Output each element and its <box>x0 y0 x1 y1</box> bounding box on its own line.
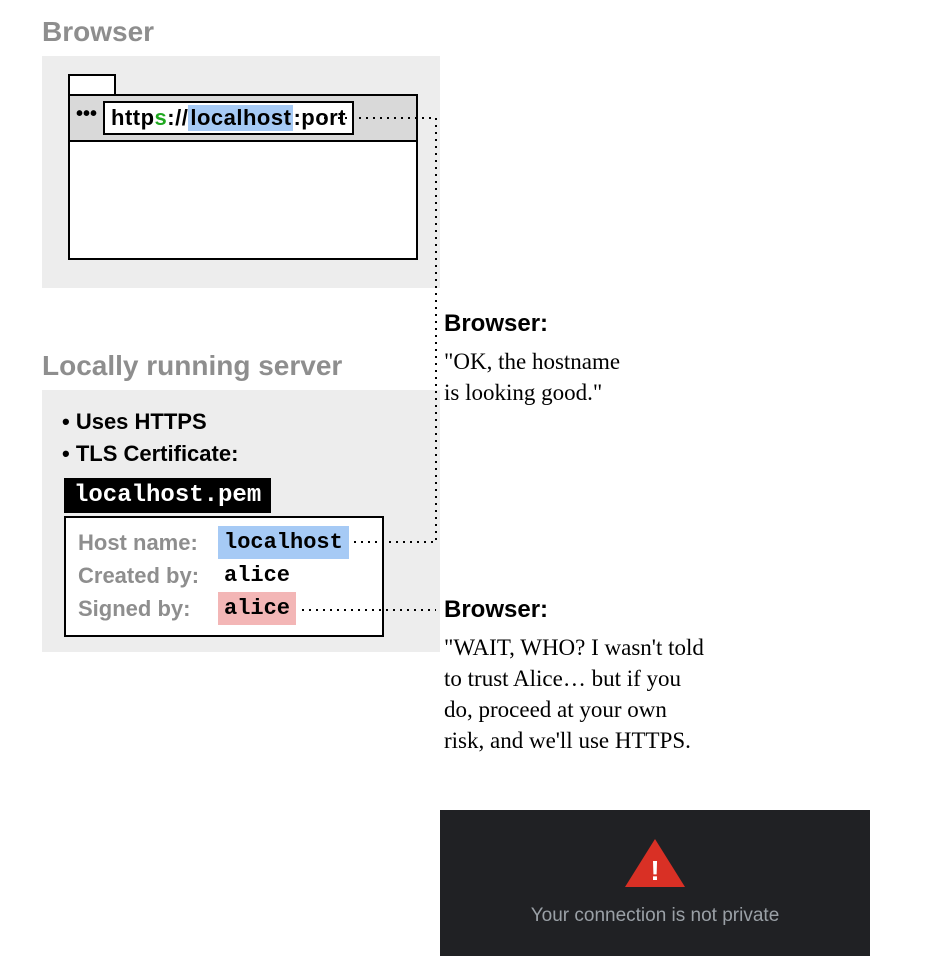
warning-bang: ! <box>649 855 661 887</box>
cert-val-createdby: alice <box>218 559 296 592</box>
annotation-label-ok: Browser: <box>444 310 548 338</box>
cert-val-signedby: alice <box>218 592 296 625</box>
server-prop-cert: TLS Certificate: <box>62 438 238 470</box>
annotation-warn-line1: "WAIT, WHO? I wasn't told <box>444 635 704 660</box>
cert-key-createdby: Created by: <box>78 559 218 592</box>
cert-filename: localhost.pem <box>64 478 271 513</box>
server-prop-https: Uses HTTPS <box>62 406 238 438</box>
ssl-warning-box: ! Your connection is not private <box>440 810 870 956</box>
toolbar-menu-icon: ••• <box>76 103 97 126</box>
browser-tab <box>68 74 116 96</box>
url-port: :port <box>293 105 346 131</box>
cert-key-signedby: Signed by: <box>78 592 218 625</box>
warning-triangle-icon: ! <box>625 839 685 887</box>
browser-window: ••• https://localhost:port <box>68 74 418 262</box>
section-title-server: Locally running server <box>42 350 342 382</box>
cert-row-createdby: Created by: alice <box>78 559 370 592</box>
url-scheme-http: http <box>111 105 155 131</box>
annotation-ok-line1: "OK, the hostname <box>444 349 620 374</box>
cert-row-signedby: Signed by: alice <box>78 592 370 625</box>
cert-row-hostname: Host name: localhost <box>78 526 370 559</box>
section-title-browser: Browser <box>42 16 154 48</box>
url-scheme-s: s <box>155 105 168 131</box>
server-properties-list: Uses HTTPS TLS Certificate: <box>62 406 238 470</box>
annotation-warn-line2: to trust Alice… but if you <box>444 666 681 691</box>
url-sep: :// <box>167 105 188 131</box>
annotation-warn-line4: risk, and we'll use HTTPS. <box>444 728 691 753</box>
annotation-label-warn: Browser: <box>444 596 548 624</box>
cert-key-hostname: Host name: <box>78 526 218 559</box>
url-bar[interactable]: https://localhost:port <box>103 101 354 135</box>
url-host: localhost <box>188 105 293 131</box>
annotation-text-ok: "OK, the hostname is looking good." <box>444 346 744 408</box>
annotation-ok-line2: is looking good." <box>444 380 602 405</box>
cert-val-hostname: localhost <box>218 526 349 559</box>
warning-message: Your connection is not private <box>531 905 780 927</box>
annotation-warn-line3: do, proceed at your own <box>444 697 667 722</box>
cert-details: Host name: localhost Created by: alice S… <box>64 516 384 637</box>
browser-toolbar: ••• https://localhost:port <box>68 94 418 142</box>
browser-viewport <box>68 140 418 260</box>
annotation-text-warn: "WAIT, WHO? I wasn't told to trust Alice… <box>444 632 864 756</box>
